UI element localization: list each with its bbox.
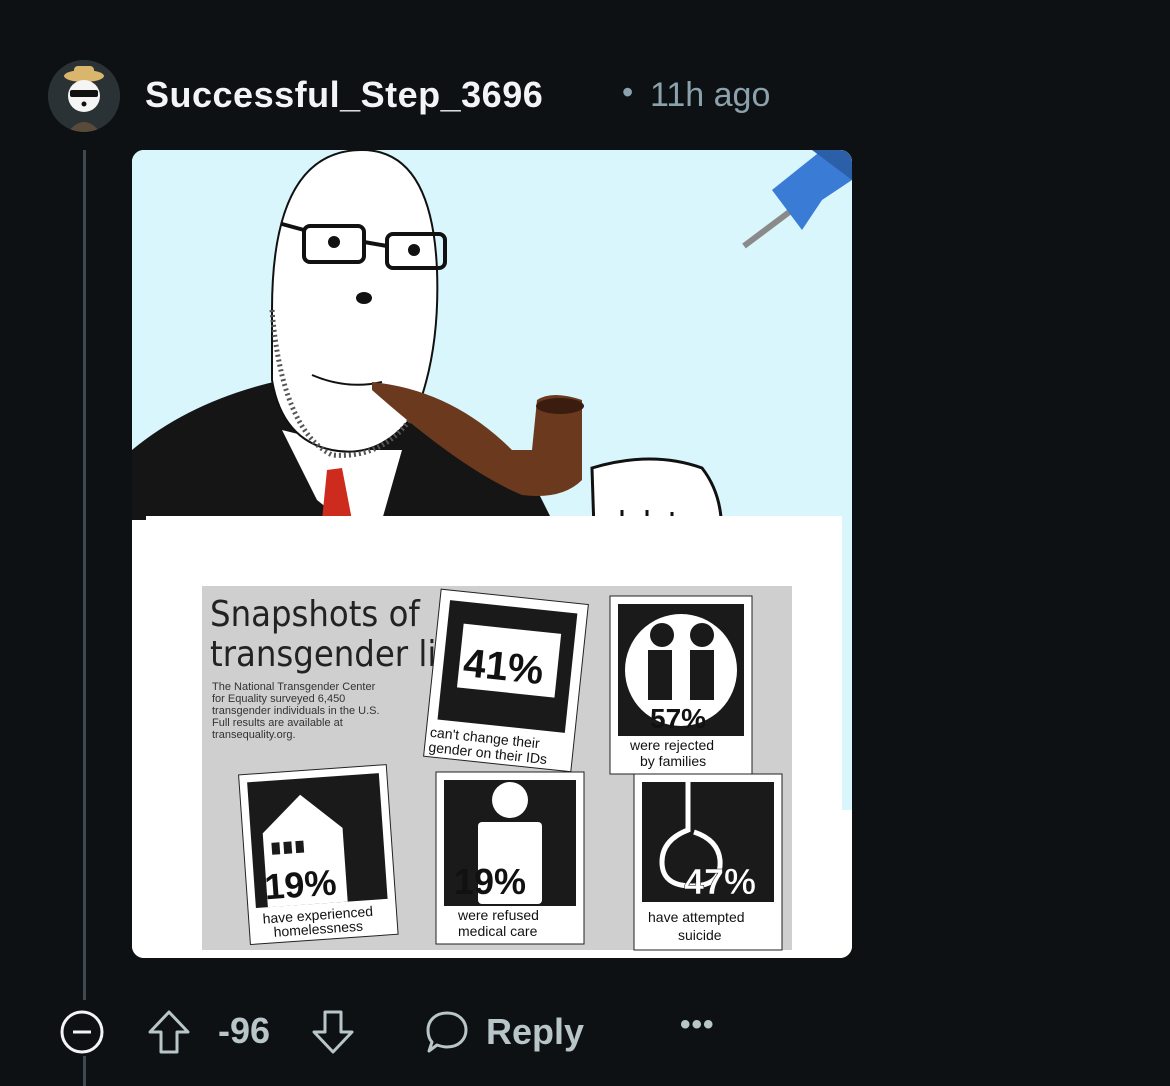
svg-text:by families: by families	[640, 753, 706, 769]
comment-action-bar: -96 Reply •••	[0, 1000, 1170, 1070]
svg-text:19%: 19%	[263, 861, 338, 907]
svg-text:were refused: were refused	[457, 907, 539, 923]
reply-button[interactable]: Reply	[424, 1006, 584, 1058]
svg-text:transequality.org.: transequality.org.	[212, 729, 296, 741]
svg-text:The National Transgender Cente: The National Transgender Center	[212, 681, 376, 693]
separator-dot: •	[622, 74, 634, 110]
person-icon	[492, 782, 528, 818]
svg-text:transgender individuals in the: transgender individuals in the U.S.	[212, 705, 380, 717]
svg-text:were rejected: were rejected	[629, 737, 714, 753]
svg-text:for Equality surveyed 6,450: for Equality surveyed 6,450	[212, 693, 345, 705]
more-options-button[interactable]: •••	[680, 1008, 715, 1042]
upvote-arrow-icon	[148, 1010, 190, 1054]
stat-card-suicide: 47% have attempted suicide	[633, 773, 783, 951]
vote-score: -96	[218, 1010, 271, 1051]
downvote-arrow-icon	[312, 1010, 354, 1054]
svg-text:57%: 57%	[650, 703, 706, 734]
username[interactable]: Successful_Step_3696	[145, 74, 543, 116]
svg-text:medical care: medical care	[458, 923, 538, 939]
reply-label: Reply	[486, 1011, 585, 1052]
upvote-button[interactable]	[146, 1008, 192, 1056]
panda-avatar-icon	[48, 60, 120, 132]
svg-text:have attempted: have attempted	[648, 909, 745, 925]
svg-text:suicide: suicide	[678, 927, 722, 943]
infographic-title-line1: Snapshots of	[210, 594, 421, 635]
timestamp[interactable]: 11h ago	[650, 76, 770, 115]
infographic-title-line2: transgender life	[210, 634, 468, 675]
svg-text:47%: 47%	[684, 861, 756, 902]
stat-card-families: 57% were rejected by families	[609, 595, 753, 775]
avatar[interactable]	[48, 60, 120, 132]
stat-card-ids: 41% can't change their gender on their I…	[423, 588, 589, 773]
collapse-thread-button[interactable]	[60, 1010, 104, 1054]
stat-card-medical-care: 19% were refused medical care	[435, 771, 585, 945]
downvote-button[interactable]	[310, 1008, 356, 1056]
svg-text:41%: 41%	[461, 641, 545, 693]
speech-bubble-icon	[426, 1011, 468, 1053]
svg-text:19%: 19%	[454, 861, 526, 902]
stat-card-homelessness: 19% have experienced homelessness	[238, 764, 399, 946]
svg-text:Full results are available at: Full results are available at	[212, 717, 343, 729]
comment-image[interactable]: Snapshots of transgender life The Nation…	[132, 150, 852, 958]
collapse-minus-icon	[60, 1010, 104, 1054]
thread-line[interactable]	[83, 150, 86, 1000]
